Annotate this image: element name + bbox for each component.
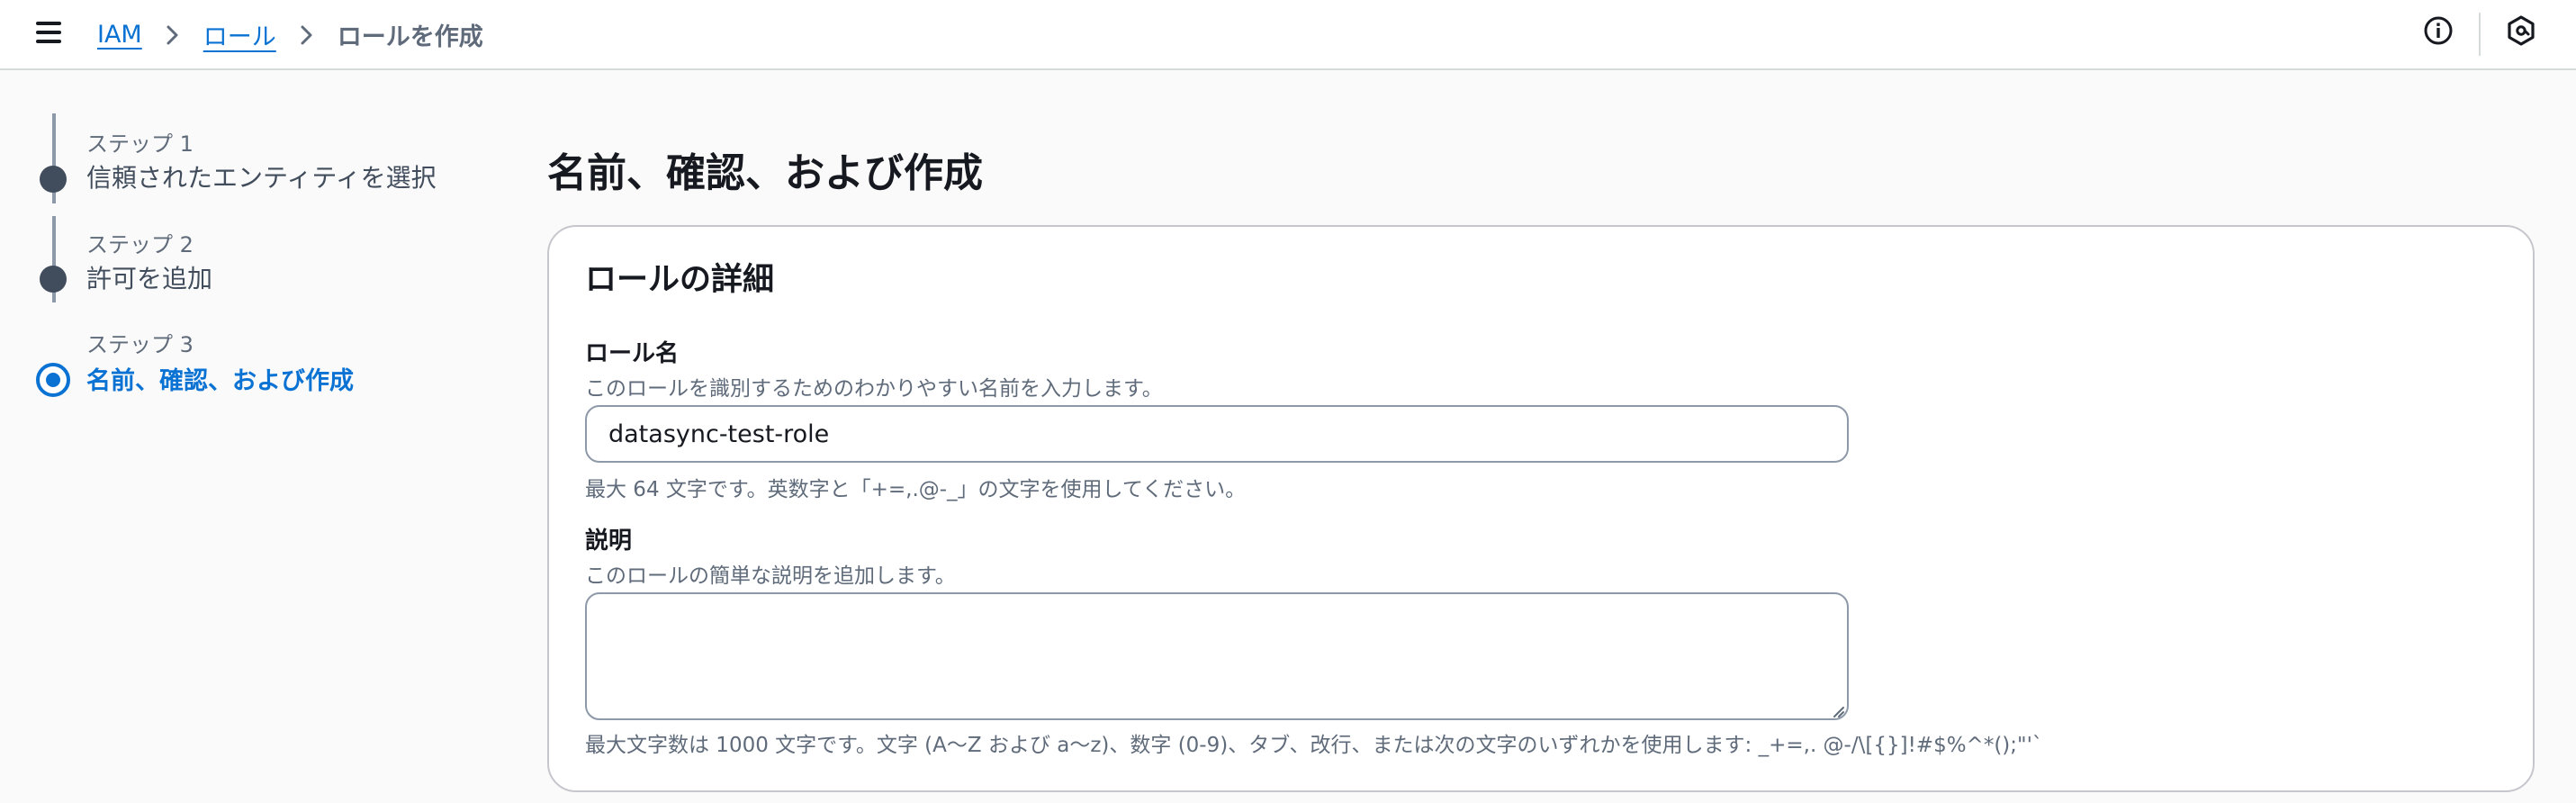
description-constraint-hint: 最大文字数は 1000 文字です。文字 (A〜Z および a〜z)、数字 (0-…	[585, 734, 2043, 757]
step-3-number: ステップ 3	[86, 332, 194, 357]
wizard-steps: ステップ 1 信頼されたエンティティを選択 ステップ 2 許可を追加 ステップ …	[0, 70, 504, 430]
chevron-right-icon	[142, 21, 203, 49]
breadcrumb: IAM ロール ロールを作成	[97, 16, 483, 52]
breadcrumb-current-page: ロールを作成	[337, 23, 483, 51]
step-1-number: ステップ 1	[86, 131, 194, 157]
resize-handle-icon[interactable]	[1831, 704, 1845, 718]
section-heading: ロールの詳細	[585, 262, 775, 298]
step-2-completed-dot	[40, 266, 67, 293]
role-name-description: このロールを識別するためのわかりやすい名前を入力します。	[585, 377, 1163, 401]
hexagon-badge-icon[interactable]	[2506, 14, 2536, 47]
info-circle-icon[interactable]	[2423, 15, 2454, 46]
description-textarea[interactable]	[585, 592, 1849, 720]
role-details-container: ロールの詳細 ロール名 このロールを識別するためのわかりやすい名前を入力します。…	[547, 225, 2535, 792]
description-help-text: このロールの簡単な説明を追加します。	[585, 564, 956, 588]
description-label: 説明	[585, 528, 633, 555]
role-name-constraint-hint: 最大 64 文字です。英数字と「+=,.@-_」の文字を使用してください。	[585, 478, 1247, 501]
page-title: 名前、確認、および作成	[547, 150, 983, 196]
breadcrumb-link-iam[interactable]: IAM	[97, 21, 142, 49]
hamburger-menu-icon[interactable]	[32, 16, 65, 49]
step-3-active-dot	[36, 363, 70, 397]
chevron-right-icon	[276, 21, 338, 49]
step-3-title: 名前、確認、および作成	[86, 367, 354, 395]
step-2-number: ステップ 2	[86, 232, 194, 257]
step-1-title[interactable]: 信頼されたエンティティを選択	[86, 158, 437, 194]
step-1-completed-dot	[40, 166, 67, 193]
role-name-input[interactable]	[585, 405, 1849, 463]
top-navigation-bar: IAM ロール ロールを作成	[0, 0, 2576, 70]
breadcrumb-link-roles[interactable]: ロール	[203, 17, 276, 52]
step-2-title[interactable]: 許可を追加	[86, 259, 212, 295]
divider	[2479, 13, 2481, 56]
role-name-label: ロール名	[585, 340, 680, 367]
